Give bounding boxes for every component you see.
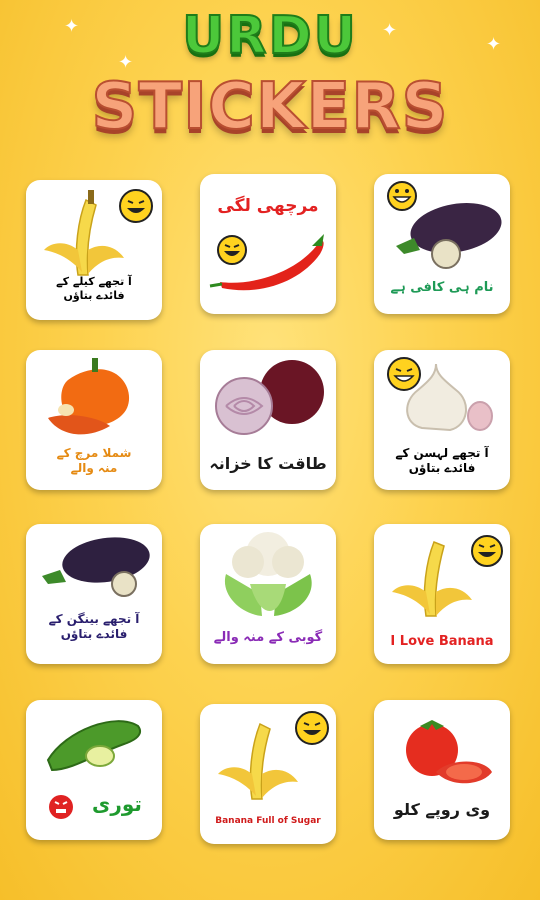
sticker-caption: Banana Full of Sugar xyxy=(215,816,321,826)
sticker-card[interactable]: توری xyxy=(26,700,162,840)
sticker-card[interactable]: آ تجھے لہسن کے فائدے بتاؤں xyxy=(374,350,510,490)
sticker-card[interactable]: آ تجھے بینگن کے فائدے بتاؤں xyxy=(26,524,162,664)
sticker-card[interactable]: Banana Full of Sugar xyxy=(200,704,336,844)
sticker-card[interactable]: شملا مرچ کے منہ والے xyxy=(26,350,162,490)
sticker-caption: نام ہی کافی ہے xyxy=(390,280,494,295)
sticker-caption: وی روپے کلو xyxy=(393,800,491,819)
sticker-card[interactable]: وی روپے کلو xyxy=(374,700,510,840)
sticker-caption: آ تجھے بینگن کے فائدے بتاؤں xyxy=(48,612,140,641)
sticker-card[interactable]: I Love Banana xyxy=(374,524,510,664)
sticker-card[interactable]: نام ہی کافی ہے xyxy=(374,174,510,314)
sticker-caption: شملا مرچ کے منہ والے xyxy=(56,446,132,475)
eggplant-icon xyxy=(42,537,150,597)
sticker-caption: طاقت کا خزانہ xyxy=(209,454,327,473)
zucchini-icon xyxy=(46,720,142,772)
sticker-caption: آ تجھے کیلے کے فائدے بتاؤں xyxy=(56,275,132,302)
sticker-caption: آ تجھے لہسن کے فائدے بتاؤں xyxy=(395,446,489,475)
app-title-stickers: STICKERS xyxy=(90,69,449,145)
sticker-card[interactable]: آ تجھے کیلے کے فائدے بتاؤں xyxy=(26,180,162,320)
sticker-caption: I Love Banana xyxy=(390,634,494,649)
sticker-card[interactable]: طاقت کا خزانہ xyxy=(200,350,336,490)
sticker-caption: توری xyxy=(92,792,142,816)
sticker-card[interactable]: مرچھی لگی xyxy=(200,174,336,314)
app-title-urdu: URDU xyxy=(181,5,358,67)
sticker-card[interactable]: گوبی کے منہ والے xyxy=(200,524,336,664)
sticker-caption: گوبی کے منہ والے xyxy=(213,630,323,645)
